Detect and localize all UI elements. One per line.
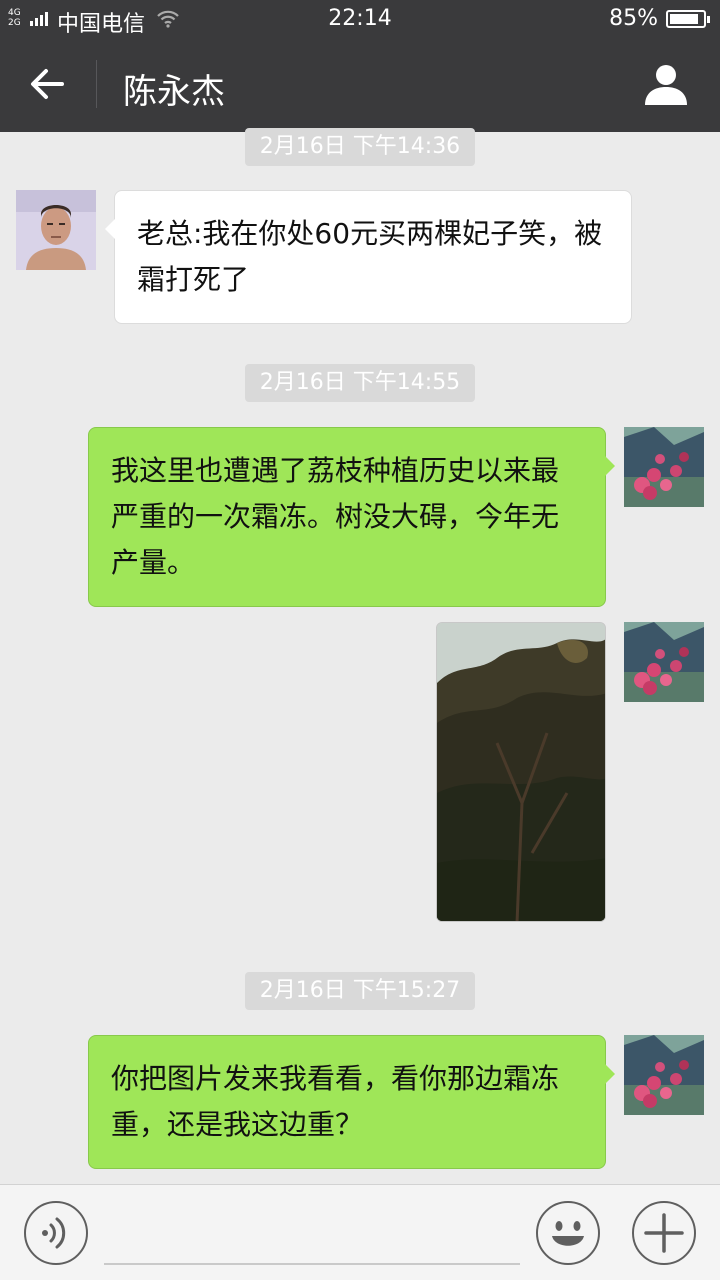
contact-avatar[interactable] xyxy=(16,190,96,270)
arrow-left-icon[interactable] xyxy=(22,60,74,108)
lychee-avatar-image xyxy=(624,622,704,702)
chat-header: 陈永杰 xyxy=(0,36,720,132)
message-text: 我这里也遭遇了荔枝种植历史以来最严重的一次霜冻。树没大碍，今年无产量。 xyxy=(111,454,560,579)
message-text: 你把图片发来我看看，看你那边霜冻重，还是我这边重？ xyxy=(111,1062,560,1141)
message-timestamp: 2月16日 下午14:36 xyxy=(245,128,475,166)
status-bar: 4G 2G 中国电信 22:14 85% xyxy=(0,0,720,37)
person-icon[interactable] xyxy=(642,60,690,108)
header-divider xyxy=(96,60,97,108)
chat-title: 陈永杰 xyxy=(123,72,225,112)
message-text: 老总:我在你处60元买两棵妃子笑，被霜打死了 xyxy=(137,217,603,296)
voice-button[interactable] xyxy=(24,1201,88,1265)
plus-icon xyxy=(644,1213,684,1253)
sent-image-message[interactable] xyxy=(436,622,606,922)
sent-message-bubble[interactable]: 你把图片发来我看看，看你那边霜冻重，还是我这边重？ xyxy=(88,1035,615,1169)
lychee-tree-photo xyxy=(437,623,605,921)
sent-message-bubble[interactable]: 我这里也遭遇了荔枝种植历史以来最严重的一次霜冻。树没大碍，今年无产量。 xyxy=(88,427,615,607)
my-avatar[interactable] xyxy=(624,427,704,507)
message-timestamp: 2月16日 下午15:27 xyxy=(245,972,475,1010)
input-underline xyxy=(104,1263,520,1265)
lychee-avatar-image xyxy=(624,427,704,507)
message-timestamp: 2月16日 下午14:55 xyxy=(245,364,475,402)
chat-input-bar xyxy=(0,1184,720,1280)
contact-avatar-photo xyxy=(16,190,96,270)
voice-icon xyxy=(42,1217,66,1249)
received-message-bubble[interactable]: 老总:我在你处60元买两棵妃子笑，被霜打死了 xyxy=(105,190,632,324)
my-avatar[interactable] xyxy=(624,1035,704,1115)
battery-icon xyxy=(666,10,710,28)
message-input[interactable] xyxy=(104,1201,520,1261)
emoji-button[interactable] xyxy=(536,1201,600,1265)
smiley-icon xyxy=(552,1221,584,1246)
battery-percent: 85% xyxy=(609,6,658,31)
plus-button[interactable] xyxy=(632,1201,696,1265)
my-avatar[interactable] xyxy=(624,622,704,702)
lychee-avatar-image xyxy=(624,1035,704,1115)
